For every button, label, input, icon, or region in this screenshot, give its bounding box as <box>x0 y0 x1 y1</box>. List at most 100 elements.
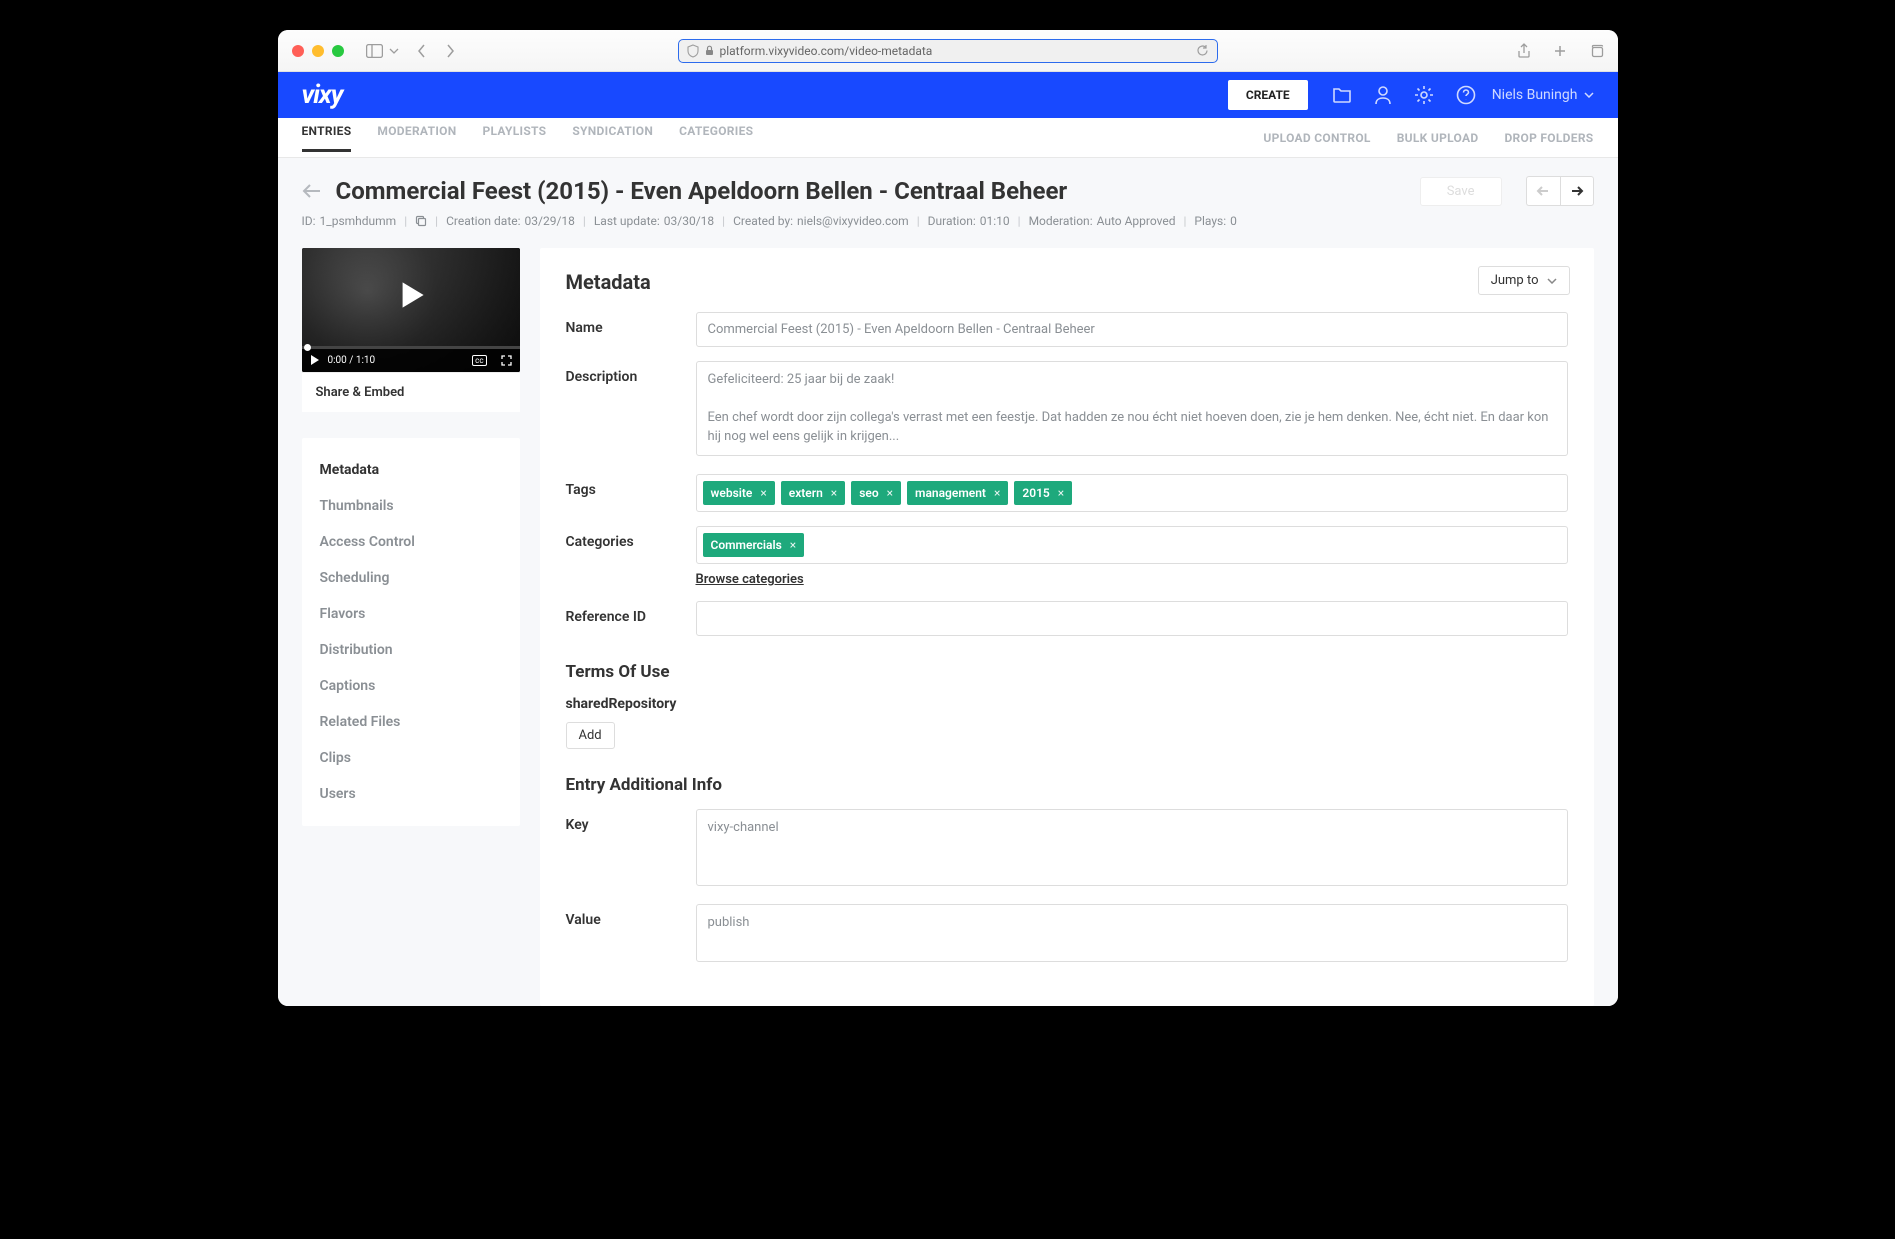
meta-line: ID: 1_psmhdumm | | Creation date: 03/29/… <box>302 214 1594 228</box>
subnav-bulk-upload[interactable]: BULK UPLOAD <box>1397 131 1479 145</box>
tags-label: Tags <box>566 474 696 512</box>
sidenav-users[interactable]: Users <box>302 776 520 812</box>
name-input[interactable] <box>696 312 1568 347</box>
app-topbar: vixy CREATE Niels Buningh <box>278 72 1618 118</box>
meta-plays-label: Plays: <box>1194 214 1226 228</box>
key-input[interactable] <box>696 809 1568 886</box>
category-chip: Commercials× <box>703 533 805 557</box>
categories-input[interactable]: Commercials× <box>696 526 1568 564</box>
create-button[interactable]: CREATE <box>1228 80 1308 110</box>
back-icon[interactable] <box>417 44 427 58</box>
subnav-entries[interactable]: ENTRIES <box>302 124 352 152</box>
subnav-drop-folders[interactable]: DROP FOLDERS <box>1504 131 1593 145</box>
sidenav-scheduling[interactable]: Scheduling <box>302 560 520 596</box>
chip-remove-icon[interactable]: × <box>790 538 796 552</box>
sidenav-clips[interactable]: Clips <box>302 740 520 776</box>
chip-remove-icon[interactable]: × <box>887 486 893 500</box>
value-input[interactable] <box>696 904 1568 962</box>
subnav-syndication[interactable]: SYNDICATION <box>572 124 653 152</box>
subnav-upload-control[interactable]: UPLOAD CONTROL <box>1263 131 1370 145</box>
subnav-playlists[interactable]: PLAYLISTS <box>482 124 546 152</box>
name-label: Name <box>566 312 696 347</box>
chip-remove-icon[interactable]: × <box>994 486 1000 500</box>
pager <box>1526 176 1594 206</box>
section-terms: Terms Of Use <box>566 662 1568 682</box>
pager-prev[interactable] <box>1526 176 1560 206</box>
meta-creation-label: Creation date: <box>446 214 520 228</box>
user-menu[interactable]: Niels Buningh <box>1492 87 1594 103</box>
user-icon[interactable] <box>1374 85 1392 105</box>
section-metadata: Metadata <box>566 270 1568 294</box>
reference-id-label: Reference ID <box>566 601 696 636</box>
browse-categories-link[interactable]: Browse categories <box>696 572 804 587</box>
meta-update-label: Last update: <box>594 214 660 228</box>
video-time: 0:00 / 1:10 <box>328 355 376 366</box>
privacy-shield-icon <box>687 44 699 58</box>
copy-id-icon[interactable] <box>415 215 427 227</box>
tabs-icon[interactable] <box>1589 44 1604 58</box>
subnav-categories[interactable]: CATEGORIES <box>679 124 753 152</box>
sidenav-related-files[interactable]: Related Files <box>302 704 520 740</box>
side-nav: MetadataThumbnailsAccess ControlScheduli… <box>302 438 520 826</box>
add-button[interactable]: Add <box>566 722 615 749</box>
logo[interactable]: vixy <box>302 80 343 110</box>
tags-input[interactable]: website×extern×seo×management×2015× <box>696 474 1568 512</box>
sidenav-access-control[interactable]: Access Control <box>302 524 520 560</box>
play-small-icon[interactable] <box>310 355 320 365</box>
new-tab-icon[interactable] <box>1553 44 1567 58</box>
sidenav-distribution[interactable]: Distribution <box>302 632 520 668</box>
sidenav-flavors[interactable]: Flavors <box>302 596 520 632</box>
video-player[interactable]: 0:00 / 1:10 cc <box>302 248 520 372</box>
pager-next[interactable] <box>1560 176 1594 206</box>
sidenav-metadata[interactable]: Metadata <box>302 452 520 488</box>
meta-id-label: ID: <box>302 214 316 228</box>
tag-chip: extern× <box>781 481 845 505</box>
chip-remove-icon[interactable]: × <box>831 486 837 500</box>
username-text: Niels Buningh <box>1492 87 1578 103</box>
help-icon[interactable] <box>1456 85 1476 105</box>
save-button[interactable]: Save <box>1420 177 1502 206</box>
value-label: Value <box>566 904 696 966</box>
share-icon[interactable] <box>1517 43 1531 59</box>
folder-icon[interactable] <box>1332 86 1352 104</box>
description-input[interactable] <box>696 361 1568 456</box>
play-icon[interactable] <box>390 274 432 316</box>
close-window[interactable] <box>292 45 304 57</box>
chevron-down-icon[interactable] <box>389 48 399 54</box>
categories-label: Categories <box>566 526 696 587</box>
meta-creation: 03/29/18 <box>525 214 575 228</box>
chip-remove-icon[interactable]: × <box>760 486 766 500</box>
maximize-window[interactable] <box>332 45 344 57</box>
cc-icon[interactable]: cc <box>472 355 486 366</box>
minimize-window[interactable] <box>312 45 324 57</box>
reload-icon[interactable] <box>1196 44 1209 57</box>
sidenav-thumbnails[interactable]: Thumbnails <box>302 488 520 524</box>
tag-chip: management× <box>907 481 1008 505</box>
meta-id: 1_psmhdumm <box>320 214 397 228</box>
meta-createdby-label: Created by: <box>733 214 793 228</box>
share-embed[interactable]: Share & Embed <box>302 372 520 412</box>
chevron-down-icon <box>1547 278 1557 284</box>
sidebar-toggle-icon[interactable] <box>366 44 383 58</box>
traffic-lights <box>292 45 344 57</box>
page-title: Commercial Feest (2015) - Even Apeldoorn… <box>336 177 1406 205</box>
reference-id-input[interactable] <box>696 601 1568 636</box>
main-panel: Jump to Metadata Name Description Tags w… <box>540 248 1594 1006</box>
meta-update: 03/30/18 <box>664 214 714 228</box>
fullscreen-icon[interactable] <box>501 355 512 366</box>
subnav-moderation[interactable]: MODERATION <box>377 124 456 152</box>
body-area: Commercial Feest (2015) - Even Apeldoorn… <box>278 158 1618 1006</box>
sidenav-captions[interactable]: Captions <box>302 668 520 704</box>
sidebar: 0:00 / 1:10 cc Share & Embed MetadataThu… <box>302 248 520 1006</box>
forward-icon[interactable] <box>445 44 455 58</box>
chevron-down-icon <box>1584 92 1594 98</box>
url-bar[interactable]: platform.vixyvideo.com/video-metadata <box>678 39 1218 63</box>
meta-duration-label: Duration: <box>928 214 976 228</box>
meta-plays: 0 <box>1230 214 1237 228</box>
gear-icon[interactable] <box>1414 85 1434 105</box>
jump-to-dropdown[interactable]: Jump to <box>1478 266 1570 295</box>
lock-icon <box>705 45 714 56</box>
back-arrow[interactable] <box>302 183 322 199</box>
titlebar: platform.vixyvideo.com/video-metadata <box>278 30 1618 72</box>
chip-remove-icon[interactable]: × <box>1058 486 1064 500</box>
